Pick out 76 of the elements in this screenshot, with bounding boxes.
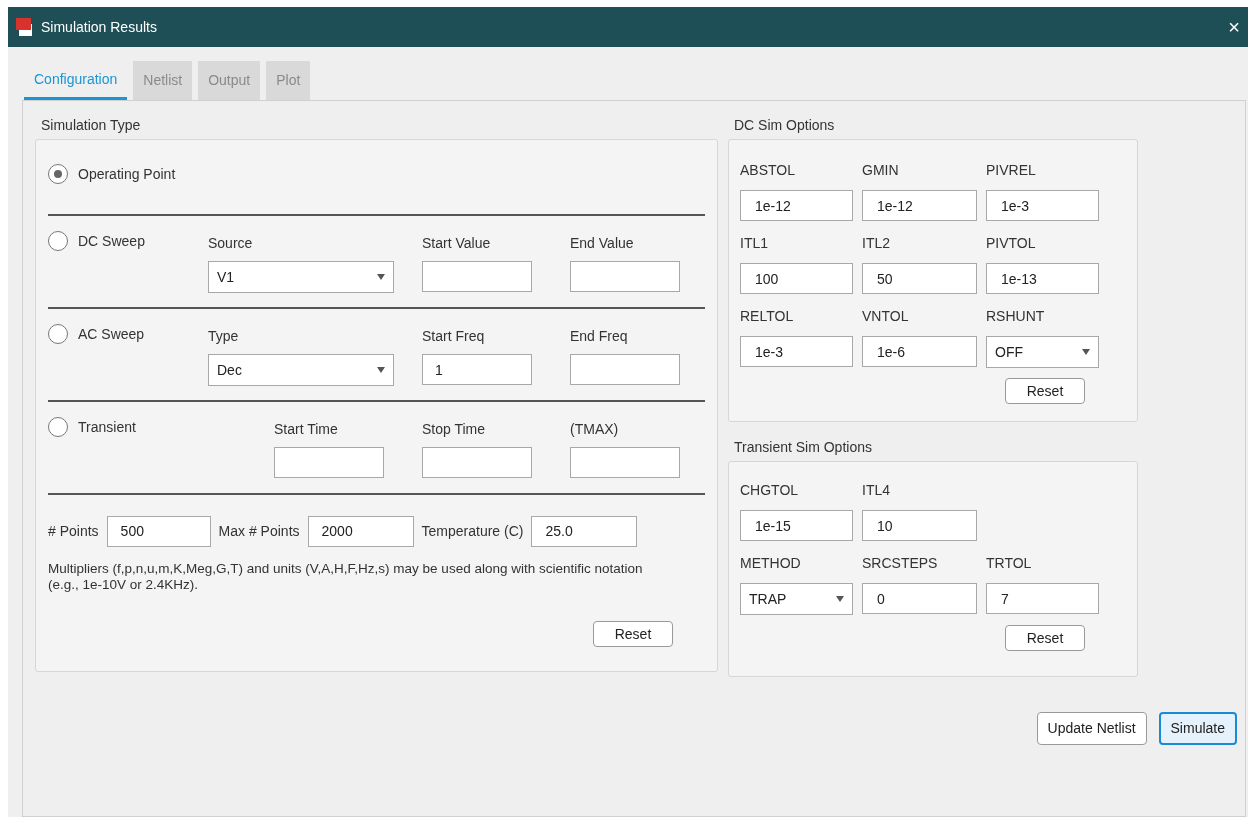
input-field[interactable]: 10	[862, 510, 977, 541]
dropdown[interactable]: OFF	[986, 336, 1099, 368]
field-label: GMIN	[862, 161, 900, 180]
dialog-button[interactable]: Simulate	[1158, 712, 1237, 745]
dropdown-caret-icon	[377, 367, 385, 373]
dropdown-caret-icon	[377, 274, 385, 280]
input-field[interactable]	[570, 447, 680, 478]
field-label: SRCSTEPS	[862, 554, 939, 573]
input-field[interactable]: 0	[862, 583, 977, 614]
reset-button[interactable]: Reset	[1005, 378, 1085, 404]
radio-button[interactable]	[48, 164, 68, 184]
input-field[interactable]	[274, 447, 384, 478]
help-text: Multipliers (f,p,n,u,m,K,Meg,G,T) and units (V,A,H,F,Hz,s) may be used along with scientific notation (e.g., 1e-10V or 2.4KHz).	[48, 561, 644, 593]
field-label: Start Time	[274, 420, 339, 439]
radio-button[interactable]	[48, 417, 68, 437]
input-field[interactable]	[422, 261, 532, 292]
input-field[interactable]: 7	[986, 583, 1099, 614]
input-field[interactable]: 1e-6	[862, 336, 977, 367]
radio-label: Operating Point	[78, 165, 176, 184]
field-label: Start Value	[422, 234, 492, 253]
input-field[interactable]: 1e-12	[862, 190, 977, 221]
reset-button[interactable]: Reset	[1005, 625, 1085, 651]
field-label: TRTOL	[986, 554, 1033, 573]
input-field[interactable]: 100	[740, 263, 853, 294]
radio-label: Transient	[78, 418, 136, 437]
field-label: METHOD	[740, 554, 802, 573]
field-label: End Value	[570, 234, 635, 253]
input-field[interactable]: 1	[422, 354, 532, 385]
field-label: CHGTOL	[740, 481, 800, 500]
group-title: Transient Sim Options	[733, 438, 873, 457]
field-label: Max # Points	[218, 521, 300, 541]
radio-button[interactable]	[48, 324, 68, 344]
field-label: ABSTOL	[740, 161, 796, 180]
reset-button[interactable]: Reset	[593, 621, 673, 647]
window-title: Simulation Results	[41, 17, 157, 37]
input-field[interactable]: 500	[106, 515, 211, 547]
input-field[interactable]	[422, 447, 532, 478]
field-label: (TMAX)	[570, 420, 620, 439]
field-label: Source	[208, 234, 254, 253]
input-field[interactable]: 1e-13	[986, 263, 1099, 294]
field-label: Start Freq	[422, 327, 486, 346]
field-label: ITL4	[862, 481, 891, 500]
field-label: VNTOL	[862, 307, 910, 326]
input-field[interactable]: 50	[862, 263, 977, 294]
input-field[interactable]: 25.0	[531, 515, 638, 547]
field-label: ITL1	[740, 234, 769, 253]
field-label: End Freq	[570, 327, 629, 346]
input-field[interactable]: 1e-15	[740, 510, 853, 541]
field-label: RSHUNT	[986, 307, 1046, 326]
input-field[interactable]: 2000	[307, 515, 414, 547]
dropdown-caret-icon	[1082, 349, 1090, 355]
field-label: RELTOL	[740, 307, 795, 326]
field-label: ITL2	[862, 234, 891, 253]
group-title: DC Sim Options	[733, 116, 836, 135]
input-field[interactable]: 1e-3	[740, 336, 853, 367]
radio-button[interactable]	[48, 231, 68, 251]
field-label: Type	[208, 327, 240, 346]
dropdown[interactable]: TRAP	[740, 583, 853, 615]
dropdown-caret-icon	[836, 596, 844, 602]
radio-label: AC Sweep	[78, 325, 145, 344]
dialog-button[interactable]: Update Netlist	[1036, 712, 1147, 745]
field-label: # Points	[48, 521, 99, 541]
input-field[interactable]	[570, 354, 680, 385]
app-icon	[16, 18, 32, 36]
input-field[interactable]	[570, 261, 680, 292]
radio-label: DC Sweep	[78, 232, 145, 251]
group-title: Simulation Type	[40, 116, 142, 135]
input-field[interactable]: 1e-12	[740, 190, 853, 221]
field-label: Temperature (C)	[421, 521, 524, 541]
field-label: PIVREL	[986, 161, 1037, 180]
field-label: Stop Time	[422, 420, 487, 439]
field-label: PIVTOL	[986, 234, 1037, 253]
dropdown[interactable]: Dec	[208, 354, 394, 386]
close-button[interactable]: ×	[1222, 17, 1246, 37]
dropdown[interactable]: V1	[208, 261, 394, 293]
input-field[interactable]: 1e-3	[986, 190, 1099, 221]
